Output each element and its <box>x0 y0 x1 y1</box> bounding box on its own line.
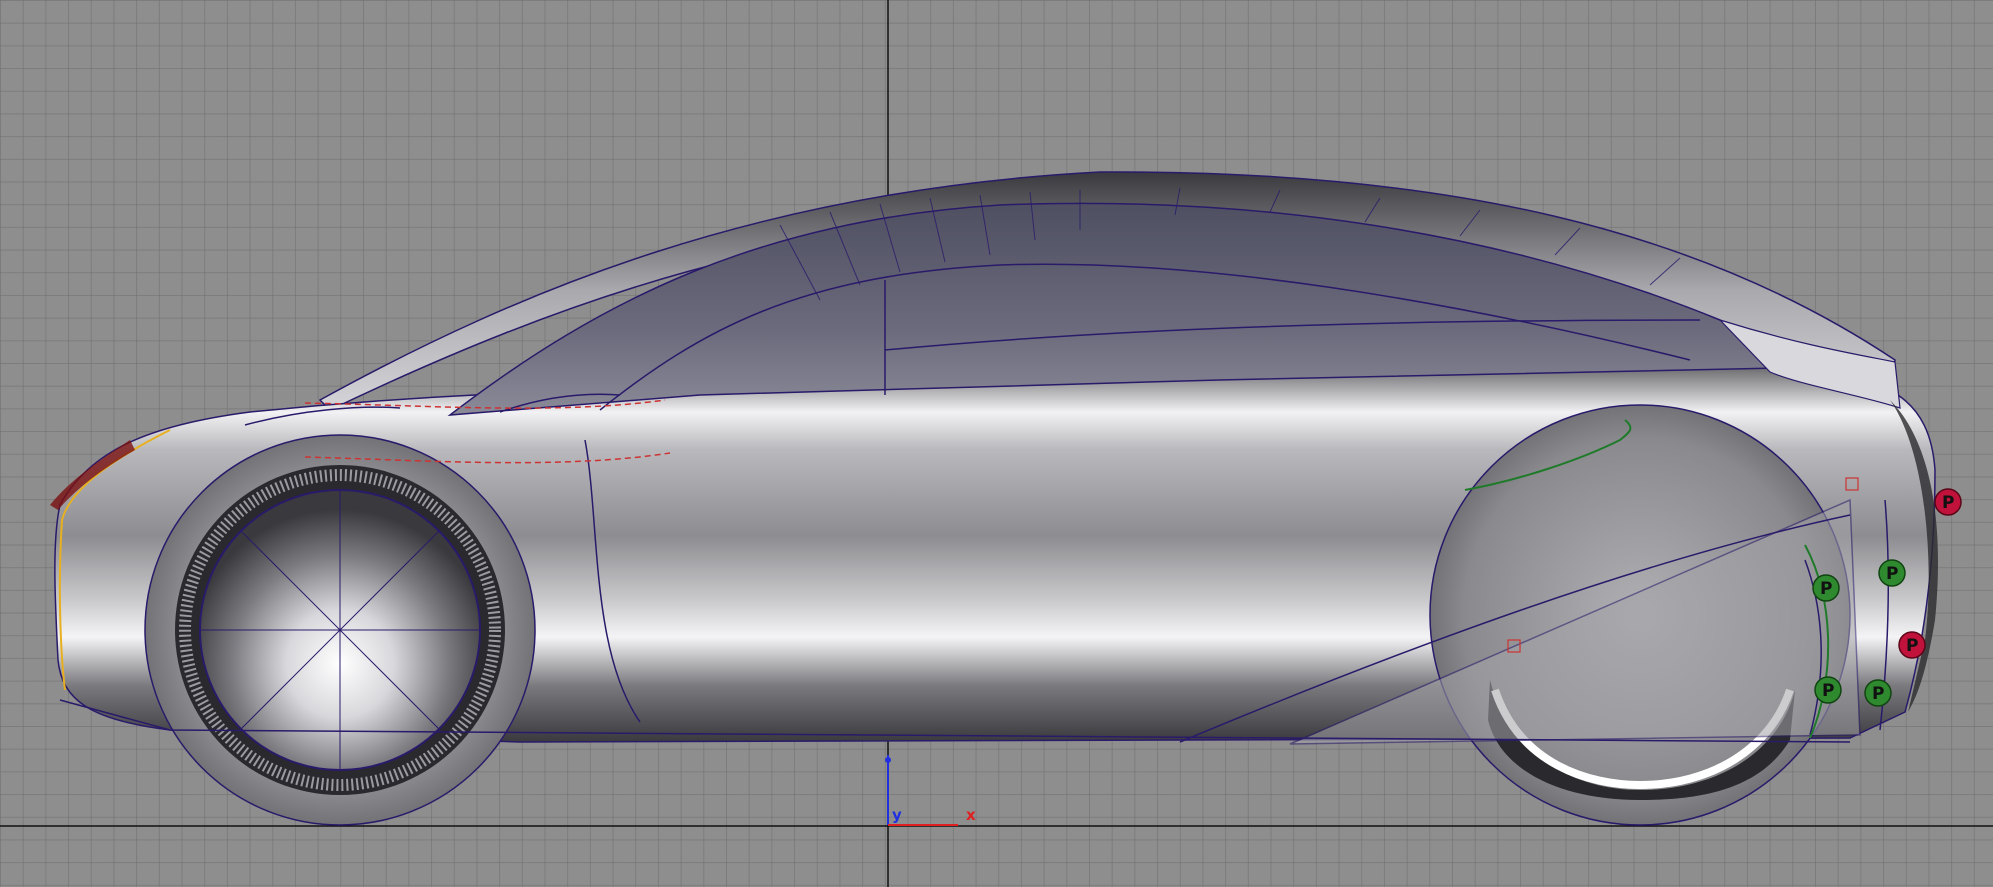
svg-text:P: P <box>1822 681 1834 701</box>
handle-green-2[interactable]: P <box>1878 559 1906 587</box>
svg-text:P: P <box>1820 579 1832 599</box>
3d-viewport[interactable]: P P P P P P y x <box>0 0 1993 887</box>
car-model[interactable] <box>50 171 1938 826</box>
svg-text:P: P <box>1886 564 1898 584</box>
handle-red-2[interactable]: P <box>1898 631 1926 659</box>
handle-green-4[interactable]: P <box>1864 679 1892 707</box>
front-wheel[interactable] <box>175 465 505 795</box>
model-scene[interactable]: P P P P P P y x <box>0 0 1993 887</box>
axis-gizmo: y x <box>885 755 976 826</box>
svg-text:P: P <box>1942 493 1954 513</box>
svg-text:P: P <box>1906 636 1918 656</box>
gizmo-y-label: y <box>892 806 902 824</box>
svg-text:P: P <box>1872 684 1884 704</box>
gizmo-x-label: x <box>966 806 976 824</box>
handle-green-3[interactable]: P <box>1814 676 1842 704</box>
handle-red-1[interactable]: P <box>1934 488 1962 516</box>
handle-green-1[interactable]: P <box>1812 574 1840 602</box>
